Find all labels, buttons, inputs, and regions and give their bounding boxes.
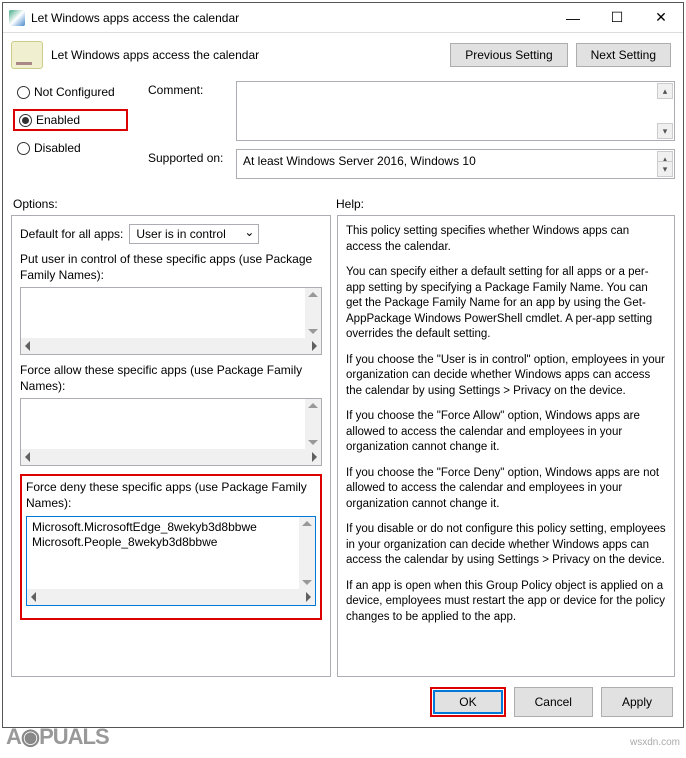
scrollbar-vertical[interactable]	[305, 288, 321, 338]
ok-button[interactable]: OK	[433, 690, 502, 714]
options-panel: Default for all apps: User is in control…	[11, 215, 331, 677]
state-radio-group: Not Configured Enabled Disabled	[13, 81, 128, 165]
supported-on-textbox: At least Windows Server 2016, Windows 10…	[236, 149, 675, 179]
help-paragraph: You can specify either a default setting…	[346, 265, 666, 343]
force-allow-listbox[interactable]	[20, 398, 322, 466]
minimize-button[interactable]: —	[551, 3, 595, 32]
help-panel: This policy setting specifies whether Wi…	[337, 215, 675, 677]
radio-not-configured[interactable]: Not Configured	[13, 81, 128, 103]
options-label: Options:	[13, 197, 336, 211]
user-control-label: Put user in control of these specific ap…	[20, 252, 322, 283]
default-for-all-label: Default for all apps:	[20, 227, 123, 241]
apply-button[interactable]: Apply	[601, 687, 673, 717]
force-deny-entry: Microsoft.People_8wekyb3d8bbwe	[32, 535, 310, 551]
help-paragraph: If you choose the "User is in control" o…	[346, 353, 666, 400]
header-row: Let Windows apps access the calendar Pre…	[3, 33, 683, 73]
radio-disabled[interactable]: Disabled	[13, 137, 128, 159]
radio-label: Not Configured	[34, 85, 115, 99]
titlebar: Let Windows apps access the calendar — ☐…	[3, 3, 683, 33]
scrollbar-horizontal[interactable]	[21, 449, 321, 465]
scroll-up-icon[interactable]: ▴	[657, 83, 673, 99]
dropdown-value: User is in control	[136, 227, 225, 241]
ok-highlight: OK	[430, 687, 505, 717]
scroll-down-icon[interactable]: ▾	[657, 123, 673, 139]
radio-label: Enabled	[36, 113, 80, 127]
source-watermark: wsxdn.com	[630, 737, 680, 748]
help-paragraph: If you choose the "Force Deny" option, W…	[346, 466, 666, 513]
watermark-logo: A◉PUALS	[6, 724, 109, 750]
force-deny-entry: Microsoft.MicrosoftEdge_8wekyb3d8bbwe	[32, 520, 310, 536]
scrollbar-horizontal[interactable]	[27, 589, 315, 605]
help-label: Help:	[336, 197, 364, 211]
comment-label: Comment:	[148, 81, 228, 97]
policy-title: Let Windows apps access the calendar	[51, 48, 450, 62]
comment-textarea[interactable]: ▴ ▾	[236, 81, 675, 141]
force-allow-label: Force allow these specific apps (use Pac…	[20, 363, 322, 394]
force-deny-highlight: Force deny these specific apps (use Pack…	[20, 474, 322, 619]
scrollbar-horizontal[interactable]	[21, 338, 321, 354]
default-for-all-dropdown[interactable]: User is in control	[129, 224, 259, 244]
help-paragraph: If you choose the "Force Allow" option, …	[346, 409, 666, 456]
help-paragraph: If an app is open when this Group Policy…	[346, 579, 666, 626]
policy-icon	[11, 41, 43, 69]
help-paragraph: If you disable or do not configure this …	[346, 522, 666, 569]
cancel-button[interactable]: Cancel	[514, 687, 593, 717]
radio-enabled[interactable]: Enabled	[13, 109, 128, 131]
policy-dialog-window: Let Windows apps access the calendar — ☐…	[2, 2, 684, 728]
window-icon	[9, 10, 25, 26]
radio-icon	[17, 86, 30, 99]
previous-setting-button[interactable]: Previous Setting	[450, 43, 567, 67]
force-deny-label: Force deny these specific apps (use Pack…	[26, 480, 316, 511]
scrollbar-vertical[interactable]	[299, 517, 315, 589]
supported-on-value: At least Windows Server 2016, Windows 10	[243, 154, 476, 168]
user-control-listbox[interactable]	[20, 287, 322, 355]
next-setting-button[interactable]: Next Setting	[576, 43, 671, 67]
window-title: Let Windows apps access the calendar	[31, 11, 551, 25]
close-button[interactable]: ✕	[639, 3, 683, 32]
radio-label: Disabled	[34, 141, 81, 155]
supported-on-label: Supported on:	[148, 149, 228, 165]
maximize-button[interactable]: ☐	[595, 3, 639, 32]
scrollbar-vertical[interactable]	[305, 399, 321, 449]
radio-icon	[17, 142, 30, 155]
radio-icon	[19, 114, 32, 127]
footer: OK Cancel Apply	[3, 677, 683, 727]
force-deny-listbox[interactable]: Microsoft.MicrosoftEdge_8wekyb3d8bbwe Mi…	[26, 516, 316, 606]
scroll-down-icon[interactable]: ▾	[657, 161, 673, 177]
help-paragraph: This policy setting specifies whether Wi…	[346, 224, 666, 255]
